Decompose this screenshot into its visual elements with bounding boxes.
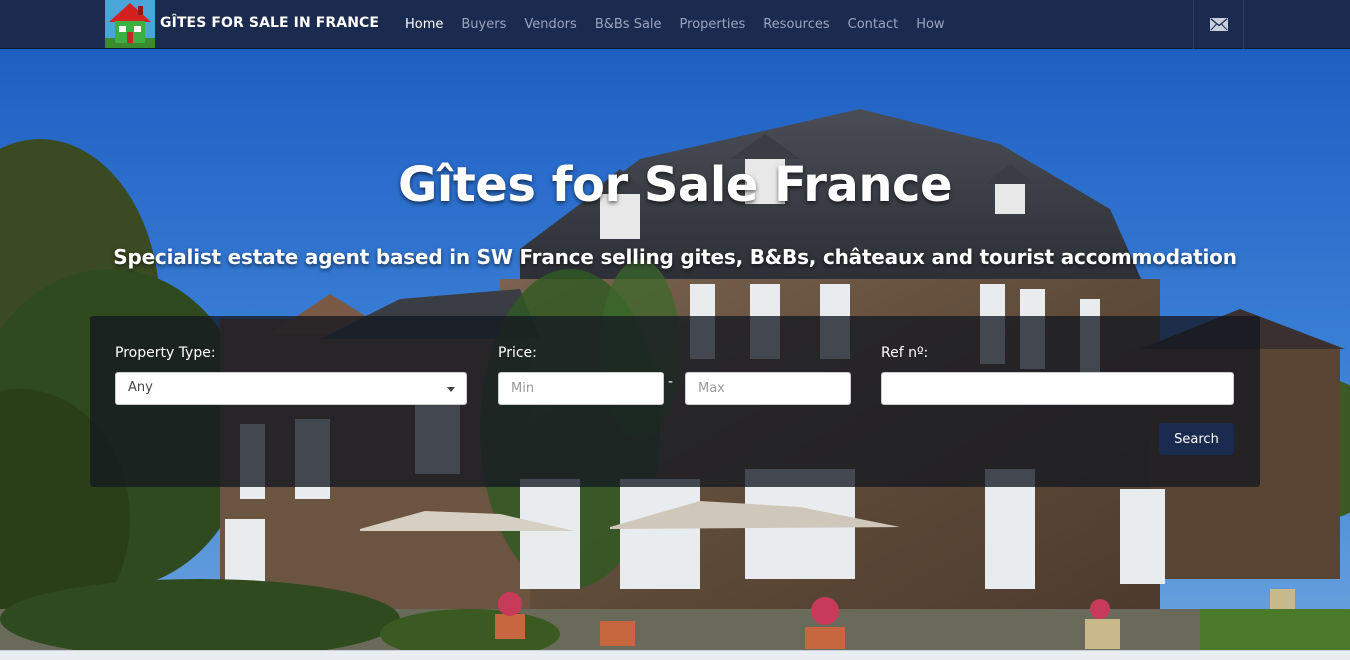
nav-properties[interactable]: Properties	[671, 17, 755, 32]
ref-input[interactable]	[881, 372, 1234, 405]
price-separator: -	[668, 374, 674, 390]
property-type-label: Property Type:	[115, 345, 216, 361]
nav-resources[interactable]: Resources	[754, 17, 838, 32]
property-search-panel: Property Type: Any Price: - Ref nº: Sear…	[90, 316, 1260, 487]
nav-contact[interactable]: Contact	[839, 17, 908, 32]
nav-divider	[1243, 0, 1244, 49]
hero-title: Gîtes for Sale France	[397, 157, 953, 213]
bottom-strip	[0, 650, 1350, 660]
nav-home[interactable]: Home	[396, 17, 452, 32]
nav-how[interactable]: How	[907, 17, 953, 32]
ref-label: Ref nº:	[881, 345, 929, 361]
mail-button[interactable]	[1194, 0, 1243, 49]
house-logo-icon[interactable]	[105, 0, 155, 48]
brand-name[interactable]: GÎTES FOR SALE IN FRANCE	[160, 15, 379, 31]
nav-buyers[interactable]: Buyers	[452, 17, 515, 32]
price-label: Price:	[498, 345, 537, 361]
nav-vendors[interactable]: Vendors	[515, 17, 585, 32]
hero-subtitle: Specialist estate agent based in SW Fran…	[113, 245, 1237, 269]
property-type-value: Any	[128, 380, 153, 395]
property-type-select[interactable]: Any	[115, 372, 467, 405]
hero-section: Gîtes for Sale France Specialist estate …	[0, 49, 1350, 650]
main-nav: Home Buyers Vendors B&Bs Sale Properties…	[396, 0, 954, 49]
price-max-input[interactable]	[685, 372, 851, 405]
top-navbar: GÎTES FOR SALE IN FRANCE Home Buyers Ven…	[0, 0, 1350, 49]
nav-bbs-sale[interactable]: B&Bs Sale	[586, 17, 671, 32]
price-min-input[interactable]	[498, 372, 664, 405]
search-button[interactable]: Search	[1159, 423, 1234, 455]
envelope-icon	[1209, 18, 1228, 31]
dropdown-arrow-icon	[447, 387, 455, 392]
